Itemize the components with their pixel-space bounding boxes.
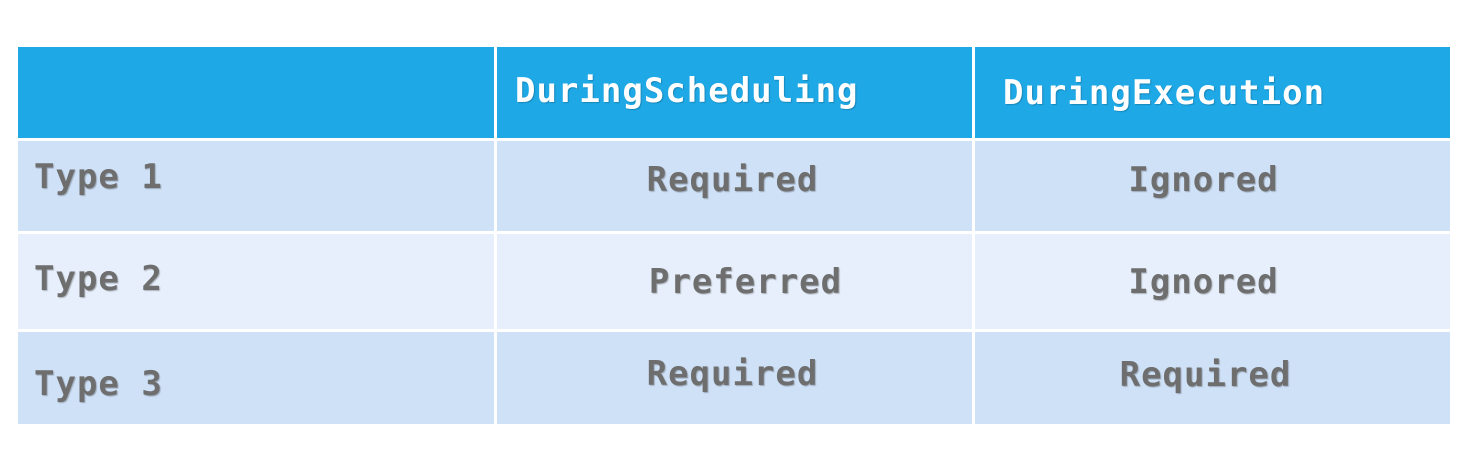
cell-type-2-scheduling: Preferred [494, 234, 972, 329]
cell-type-3-execution: Required [972, 332, 1450, 424]
row-label-type-1: Type 1 [18, 141, 494, 231]
header-during-scheduling: DuringScheduling [494, 47, 972, 138]
header-during-execution: DuringExecution [972, 47, 1450, 138]
row-label-type-3: Type 3 [18, 332, 494, 424]
affinity-types-table: DuringScheduling DuringExecution Type 1 … [18, 47, 1450, 424]
cell-type-3-scheduling: Required [494, 332, 972, 424]
row-label-type-2: Type 2 [18, 234, 494, 329]
cell-type-1-execution: Ignored [972, 141, 1450, 231]
header-empty-cell [18, 47, 494, 138]
cell-type-1-scheduling: Required [494, 141, 972, 231]
cell-type-2-execution: Ignored [972, 234, 1450, 329]
